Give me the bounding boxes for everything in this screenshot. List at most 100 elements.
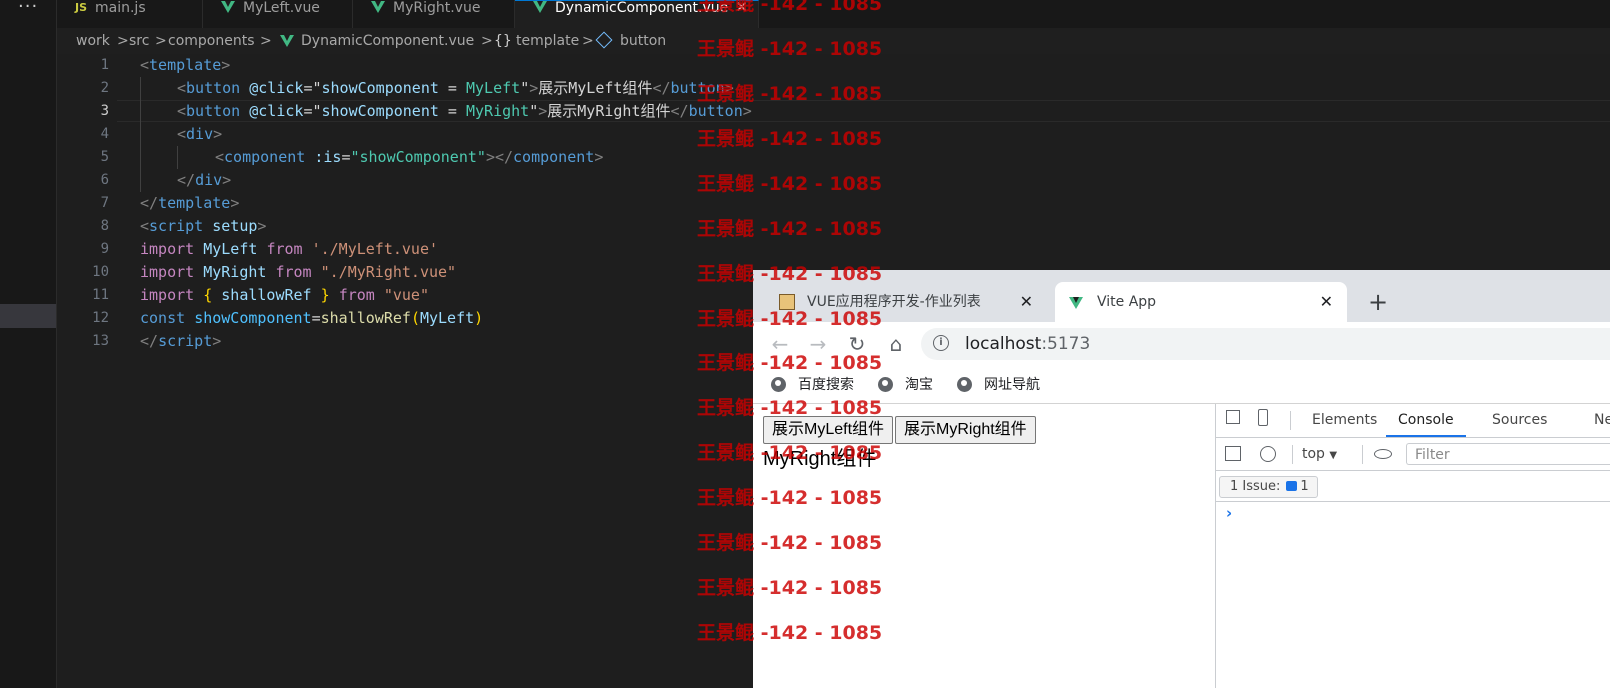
code-line-10: import MyRight from "./MyRight.vue" — [140, 263, 457, 281]
breadcrumb-template[interactable]: template — [516, 28, 579, 54]
device-toolbar-icon[interactable] — [1258, 409, 1268, 426]
console-prompt[interactable]: › — [1226, 504, 1232, 522]
back-button[interactable]: ← — [765, 322, 795, 366]
browser-tab-label: VUE应用程序开发-作业列表 — [807, 294, 981, 310]
sidebar-toggle-icon[interactable] — [1225, 446, 1241, 461]
tab-myright-vue[interactable]: MyRight.vue — [353, 0, 515, 28]
more-actions-icon[interactable]: ··· — [18, 0, 38, 17]
bookmark-baidu[interactable]: 百度搜索 — [771, 366, 854, 404]
code-line-2: <button @click="showComponent = MyLeft">… — [177, 79, 734, 97]
show-myleft-button[interactable]: 展示MyLeft组件 — [763, 416, 894, 444]
browser-tab-vite-app[interactable]: Vite App ✕ — [1055, 282, 1347, 322]
code-line-9: import MyLeft from './MyLeft.vue' — [140, 240, 439, 258]
browser-tab-strip: VUE应用程序开发-作业列表 ✕ Vite App ✕ + — [753, 270, 1610, 322]
code-line-7: </template> — [140, 194, 240, 212]
indent-guide — [140, 77, 141, 192]
bookmark-taobao[interactable]: 淘宝 — [878, 366, 933, 404]
vue-file-icon — [533, 1, 547, 18]
vue-file-icon — [221, 1, 235, 18]
element-icon — [595, 31, 613, 49]
chevron-right-icon: > — [155, 33, 167, 49]
toolbar-divider — [1362, 445, 1363, 464]
globe-icon — [957, 377, 972, 392]
braces-icon: {} — [494, 33, 512, 49]
address-bar[interactable]: i localhost:5173 — [921, 328, 1610, 360]
globe-icon — [771, 377, 786, 392]
chevron-right-icon: > — [117, 33, 129, 49]
watermark-text: 王景鲲 -142 - 1085 — [697, 218, 883, 240]
address-url: localhost:5173 — [965, 334, 1091, 354]
tab-dynamiccomponent-vue[interactable]: DynamicComponent.vue ✕ — [515, 0, 759, 28]
browser-tab-homework[interactable]: VUE应用程序开发-作业列表 ✕ — [765, 282, 1047, 322]
toolbar-divider — [1290, 411, 1291, 430]
js-file-icon: JS — [75, 1, 88, 14]
line-number: 10 — [92, 264, 109, 280]
line-number: 9 — [100, 241, 109, 257]
line-number: 13 — [92, 333, 109, 349]
eye-icon[interactable] — [1374, 449, 1392, 459]
close-tab-icon[interactable]: ✕ — [1020, 282, 1033, 322]
new-tab-button[interactable]: + — [1363, 282, 1393, 322]
devtools-tab-elements[interactable]: Elements — [1312, 404, 1377, 437]
devtools-tab-sources[interactable]: Sources — [1492, 404, 1547, 437]
console-toolbar: top ▼ Filter — [1216, 438, 1610, 471]
chevron-right-icon: > — [260, 33, 272, 49]
devtools-panel: Elements Console Sources Ne top ▼ Filter… — [1215, 404, 1610, 688]
clear-console-icon[interactable] — [1260, 446, 1276, 462]
code-line-11: import { shallowRef } from "vue" — [140, 286, 429, 304]
line-number: 2 — [100, 80, 109, 96]
bookmarks-bar: 百度搜索 淘宝 网址导航 — [753, 366, 1610, 404]
inspect-element-icon[interactable] — [1226, 410, 1240, 424]
issues-row: 1 Issue: 1 — [1216, 471, 1610, 502]
breadcrumb-components[interactable]: components — [168, 28, 255, 54]
devtools-tab-console[interactable]: Console — [1386, 404, 1466, 437]
browser-tab-label: Vite App — [1097, 294, 1157, 310]
dynamic-component-output: MyRight组件 — [763, 448, 877, 470]
code-line-3: <button @click="showComponent = MyRight"… — [177, 102, 752, 120]
tab-label: DynamicComponent.vue — [555, 0, 729, 16]
close-icon[interactable]: ✕ — [735, 0, 748, 15]
bookmark-nav[interactable]: 网址导航 — [957, 366, 1040, 404]
close-tab-icon[interactable]: ✕ — [1320, 282, 1333, 322]
line-number: 7 — [100, 195, 109, 211]
chevron-right-icon: > — [481, 33, 493, 49]
watermark-text: 王景鲲 -142 - 1085 — [697, 128, 883, 150]
breadcrumb-src[interactable]: src — [129, 28, 149, 54]
line-number: 11 — [92, 287, 109, 303]
line-number: 4 — [100, 126, 109, 142]
chevron-down-icon: ▼ — [1329, 450, 1338, 461]
breadcrumb-file[interactable]: DynamicComponent.vue — [301, 28, 474, 54]
globe-icon — [878, 377, 893, 392]
browser-toolbar: ← → ↻ ⌂ i localhost:5173 — [753, 322, 1610, 366]
console-filter-input[interactable]: Filter — [1406, 443, 1610, 465]
devtools-tab-network[interactable]: Ne — [1594, 404, 1610, 437]
tab-myleft-vue[interactable]: MyLeft.vue — [203, 0, 353, 28]
line-number: 3 — [100, 103, 109, 119]
code-line-8: <script setup> — [140, 217, 267, 235]
tab-label: MyLeft.vue — [243, 0, 320, 16]
breadcrumb-button[interactable]: button — [620, 28, 666, 54]
devtools-tab-bar: Elements Console Sources Ne — [1216, 404, 1610, 438]
issue-icon — [1286, 481, 1298, 491]
breadcrumb-work[interactable]: work — [76, 28, 110, 54]
watermark-text: 王景鲲 -142 - 1085 — [697, 173, 883, 195]
issues-badge[interactable]: 1 Issue: 1 — [1219, 476, 1318, 498]
activity-selected-item[interactable] — [0, 304, 56, 328]
browser-window: VUE应用程序开发-作业列表 ✕ Vite App ✕ + ← → ↻ ⌂ i … — [753, 270, 1610, 688]
tab-main-js[interactable]: JS main.js — [57, 0, 203, 28]
forward-button[interactable]: → — [803, 322, 833, 366]
show-myright-button[interactable]: 展示MyRight组件 — [895, 416, 1036, 444]
code-line-13: </script> — [140, 332, 222, 350]
chevron-right-icon: > — [582, 33, 594, 49]
reload-button[interactable]: ↻ — [842, 322, 872, 366]
line-number: 1 — [100, 57, 109, 73]
vue-file-icon — [371, 1, 385, 18]
line-number: 8 — [100, 218, 109, 234]
toolbar-divider — [1292, 445, 1293, 464]
page-viewport: 展示MyLeft组件 展示MyRight组件 MyRight组件 — [753, 404, 1215, 688]
site-info-icon[interactable]: i — [933, 335, 949, 351]
code-line-4: <div> — [177, 125, 223, 143]
home-button[interactable]: ⌂ — [881, 322, 911, 366]
context-selector[interactable]: top ▼ — [1302, 438, 1337, 472]
code-line-6: </div> — [177, 171, 232, 189]
